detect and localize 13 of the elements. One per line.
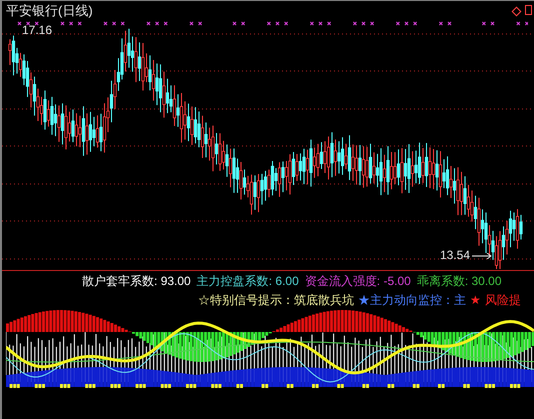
signal-text: ★ [470,293,481,307]
indicator-value: 乖离系数: 30.00 [416,274,502,288]
high-price-label: 17.16 [22,24,52,37]
arrow-icon [472,252,492,258]
signal-text: ☆特别信号提示：筑底散兵坑 [198,293,354,307]
indicator-value: 资金流入强度: -5.00 [304,274,411,288]
indicator-value: 主力控盘系数: 6.00 [196,274,299,288]
square-icon [525,5,532,15]
indicator-value: 散户套牢系数: 93.00 [82,274,191,288]
signal-text: 风险提 [485,293,521,307]
signal-text: ★主力动向监控：主 [358,293,466,307]
low-price-label: 13.54 [440,249,470,262]
chart-title: 平安银行(日线) [6,3,93,18]
